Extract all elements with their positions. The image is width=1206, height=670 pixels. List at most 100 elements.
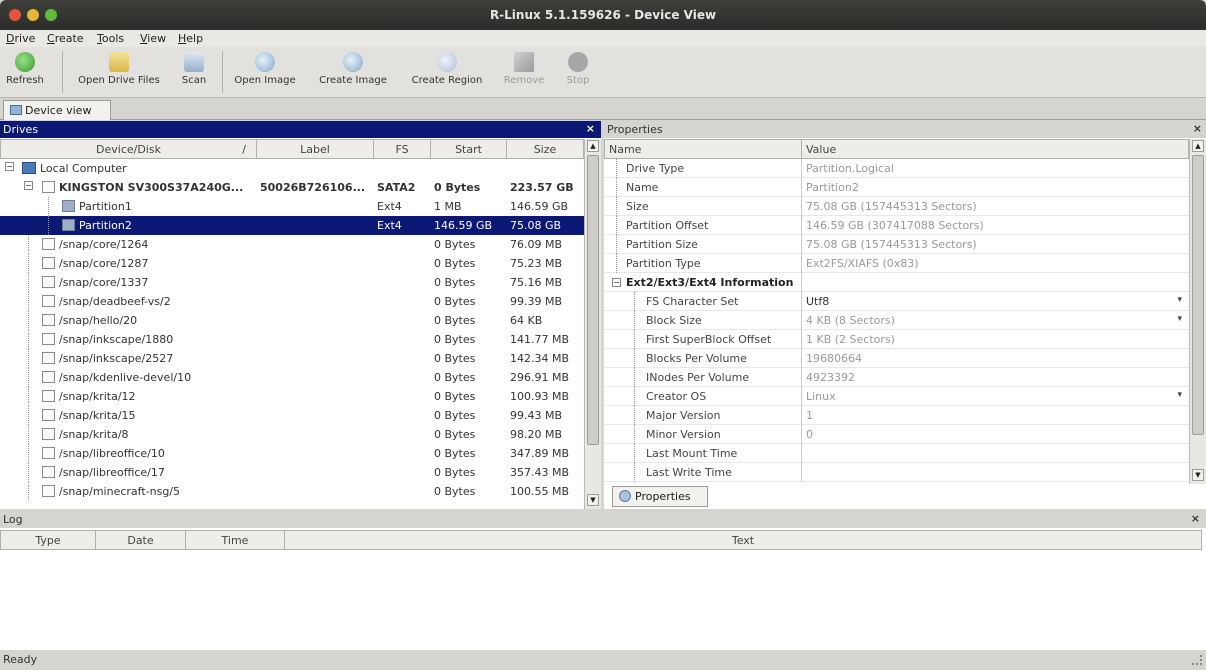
refresh-button[interactable]: Refresh: [4, 49, 46, 95]
column-header-date[interactable]: Date: [95, 530, 186, 550]
scroll-down-icon[interactable]: ▼: [1192, 469, 1204, 481]
property-row[interactable]: Blocks Per Volume 19680664: [604, 349, 1189, 368]
tree-node-disk[interactable]: /snap/krita/12 0 Bytes 100.93 MB: [0, 387, 584, 406]
tree-connector: [48, 216, 49, 235]
column-header-label[interactable]: Label: [256, 139, 374, 159]
toolbar-separator: [62, 51, 63, 93]
property-row[interactable]: Block Size 4 KB (8 Sectors) ▾: [604, 311, 1189, 330]
property-row[interactable]: Partition Size 75.08 GB (157445313 Sector…: [604, 235, 1189, 254]
property-value[interactable]: Utf8: [806, 295, 829, 308]
close-icon[interactable]: ×: [1193, 122, 1202, 135]
menu-drive[interactable]: Drive: [6, 32, 35, 45]
tree-node-computer[interactable]: − Local Computer: [0, 159, 584, 178]
dropdown-arrow-icon[interactable]: ▾: [1177, 390, 1182, 400]
properties-scrollbar[interactable]: ▲ ▼: [1189, 139, 1206, 484]
tree-node-disk[interactable]: /snap/krita/8 0 Bytes 98.20 MB: [0, 425, 584, 444]
toolbar: Refresh Open Drive Files Scan Open Image…: [0, 47, 1206, 98]
column-header-text[interactable]: Text: [284, 530, 1202, 550]
stop-button[interactable]: Stop: [562, 49, 594, 95]
tree-node-disk[interactable]: /snap/deadbeef-vs/2 0 Bytes 99.39 MB: [0, 292, 584, 311]
resize-grip-icon[interactable]: [1192, 655, 1202, 665]
property-row[interactable]: Last Mount Time: [604, 444, 1189, 463]
scan-button[interactable]: Scan: [174, 49, 214, 95]
property-name: FS Character Set: [646, 295, 739, 308]
column-divider: [801, 216, 802, 235]
tree-connector: [28, 311, 29, 330]
tab-device-view[interactable]: Device view: [3, 100, 111, 120]
drives-scrollbar[interactable]: ▲ ▼: [584, 139, 601, 509]
cell-size: 75.16 MB: [510, 276, 563, 289]
property-value[interactable]: Linux: [806, 390, 836, 403]
property-row[interactable]: Last Write Time: [604, 463, 1189, 482]
property-row[interactable]: Name Partition2: [604, 178, 1189, 197]
menu-view[interactable]: View: [140, 32, 166, 45]
tree-connector: [28, 349, 29, 368]
dropdown-arrow-icon[interactable]: ▾: [1177, 314, 1182, 324]
close-icon[interactable]: ×: [1191, 512, 1200, 525]
column-header-device-disk[interactable]: Device/Disk /: [0, 139, 257, 159]
drives-scrollbar-thumb[interactable]: [587, 155, 599, 445]
collapse-icon[interactable]: −: [24, 181, 33, 190]
scroll-down-icon[interactable]: ▼: [587, 494, 599, 506]
close-icon[interactable]: ×: [586, 122, 595, 135]
tree-node-disk[interactable]: /snap/krita/15 0 Bytes 99.43 MB: [0, 406, 584, 425]
property-row[interactable]: FS Character Set Utf8 ▾: [604, 292, 1189, 311]
property-row[interactable]: Creator OS Linux ▾: [604, 387, 1189, 406]
column-header-time[interactable]: Time: [185, 530, 285, 550]
column-header-size[interactable]: Size: [506, 139, 584, 159]
column-header-fs[interactable]: FS: [373, 139, 431, 159]
disk-icon: [42, 333, 55, 345]
menu-create[interactable]: Create: [47, 32, 84, 45]
create-region-button[interactable]: Create Region: [404, 49, 490, 95]
tree-connector: [28, 387, 29, 406]
tree-node-disk[interactable]: /snap/libreoffice/10 0 Bytes 347.89 MB: [0, 444, 584, 463]
menu-tools[interactable]: Tools: [97, 32, 124, 45]
property-row[interactable]: First SuperBlock Offset 1 KB (2 Sectors): [604, 330, 1189, 349]
column-divider: [801, 273, 802, 292]
tree-node-disk[interactable]: [0, 501, 584, 507]
tree-node-disk[interactable]: /snap/inkscape/1880 0 Bytes 141.77 MB: [0, 330, 584, 349]
collapse-icon[interactable]: −: [612, 278, 621, 287]
column-divider: [801, 311, 802, 330]
tree-node-disk[interactable]: − KINGSTON SV300S37A240G... 50026B726106..…: [0, 178, 584, 197]
property-name: Size: [626, 200, 649, 213]
create-image-button[interactable]: Create Image: [311, 49, 395, 95]
menu-help[interactable]: Help: [178, 32, 203, 45]
remove-button[interactable]: Remove: [498, 49, 550, 95]
scroll-up-icon[interactable]: ▲: [1192, 140, 1204, 152]
property-row[interactable]: INodes Per Volume 4923392: [604, 368, 1189, 387]
tree-node-disk[interactable]: /snap/hello/20 0 Bytes 64 KB: [0, 311, 584, 330]
log-list[interactable]: [0, 551, 1206, 650]
column-header-start[interactable]: Start: [430, 139, 507, 159]
open-drive-files-button[interactable]: Open Drive Files: [70, 49, 168, 95]
column-header-type[interactable]: Type: [0, 530, 96, 550]
disk-icon: [42, 238, 55, 250]
tree-node-disk[interactable]: /snap/core/1287 0 Bytes 75.23 MB: [0, 254, 584, 273]
drives-tree: − Local Computer − KINGSTON SV300S37A240G..…: [0, 159, 584, 509]
window-title: R-Linux 5.1.159626 - Device View: [489, 8, 717, 22]
property-row[interactable]: Partition Offset 146.59 GB (307417088 Sec…: [604, 216, 1189, 235]
property-row[interactable]: Major Version 1: [604, 406, 1189, 425]
property-row[interactable]: Minor Version 0: [604, 425, 1189, 444]
property-row[interactable]: Partition Type Ext2FS/XIAFS (0x83): [604, 254, 1189, 273]
tree-node-disk[interactable]: /snap/inkscape/2527 0 Bytes 142.34 MB: [0, 349, 584, 368]
tree-node-disk[interactable]: /snap/core/1337 0 Bytes 75.16 MB: [0, 273, 584, 292]
tree-node-disk[interactable]: /snap/kdenlive-devel/10 0 Bytes 296.91 MB: [0, 368, 584, 387]
tree-node-partition[interactable]: Partition2 Ext4 146.59 GB 75.08 GB: [0, 216, 584, 235]
tree-node-disk[interactable]: /snap/libreoffice/17 0 Bytes 357.43 MB: [0, 463, 584, 482]
column-header-name[interactable]: Name: [604, 139, 802, 159]
property-group[interactable]: − Ext2/Ext3/Ext4 Information: [604, 273, 1189, 292]
open-image-button[interactable]: Open Image: [228, 49, 302, 95]
dropdown-arrow-icon[interactable]: ▾: [1177, 295, 1182, 305]
properties-scrollbar-thumb[interactable]: [1192, 155, 1204, 435]
property-row[interactable]: Drive Type Partition.Logical: [604, 159, 1189, 178]
column-header-value[interactable]: Value: [801, 139, 1189, 159]
tree-node-partition[interactable]: Partition1 Ext4 1 MB 146.59 GB: [0, 197, 584, 216]
property-row[interactable]: Size 75.08 GB (157445313 Sectors): [604, 197, 1189, 216]
property-value[interactable]: 4 KB (8 Sectors): [806, 314, 895, 327]
scroll-up-icon[interactable]: ▲: [587, 140, 599, 152]
tree-node-disk[interactable]: /snap/core/1264 0 Bytes 76.09 MB: [0, 235, 584, 254]
tab-properties[interactable]: Properties: [612, 486, 708, 507]
tree-node-disk[interactable]: /snap/minecraft-nsg/5 0 Bytes 100.55 MB: [0, 482, 584, 501]
collapse-icon[interactable]: −: [5, 162, 14, 171]
